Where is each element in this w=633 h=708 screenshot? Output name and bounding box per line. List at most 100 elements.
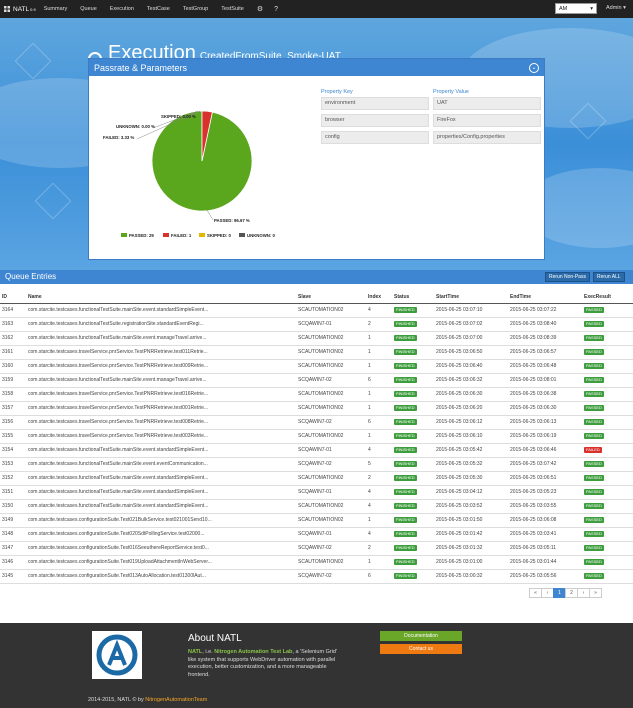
brand[interactable]: NATL 0.9 (4, 6, 36, 13)
table-row[interactable]: 3151 com.starcite.testcases.functionalTes… (0, 485, 633, 500)
nav-testcase[interactable]: TestCase (147, 6, 170, 12)
cell-id: 3146 (0, 555, 26, 570)
legend-swatch-skipped (199, 233, 205, 237)
cell-slave: SCQAWIN7-02 (296, 457, 366, 472)
cell-end-time: 2015-06-25 03:06:13 (508, 415, 582, 430)
cell-index: 6 (366, 373, 392, 388)
status-badge: FINISHED (394, 307, 417, 313)
nav-execution[interactable]: Execution (110, 6, 134, 12)
cell-name: com.starcite.testcases.functionalTestSui… (26, 443, 296, 458)
column-header-exec-result[interactable]: ExecResult (582, 292, 633, 304)
cell-slave: SCAUTOMATION02 (296, 331, 366, 346)
table-row[interactable]: 3155 com.starcite.testcases.travelService… (0, 429, 633, 444)
column-header-start-time[interactable]: StartTime (434, 292, 508, 304)
status-badge: FINISHED (394, 559, 417, 565)
caret-down-icon: ▾ (590, 5, 593, 12)
cell-name: com.starcite.testcases.configurationSuit… (26, 527, 296, 542)
property-value-cell: FireFox (433, 114, 541, 127)
table-row[interactable]: 3157 com.starcite.testcases.travelService… (0, 401, 633, 416)
cell-slave: SCQAWIN7-02 (296, 541, 366, 556)
cell-slave: SCAUTOMATION02 (296, 555, 366, 570)
cell-status: FINISHED (392, 345, 434, 360)
table-row[interactable]: 3161 com.starcite.testcases.travelService… (0, 345, 633, 360)
pagination: «‹ 1 2 ›» (529, 588, 602, 598)
cell-name: com.starcite.testcases.configurationSuit… (26, 513, 296, 528)
environment-select[interactable]: AM ▾ (555, 3, 597, 14)
pie-label-passed: PASSED: 96.67 % (214, 218, 250, 223)
help-icon[interactable]: ? (274, 6, 278, 13)
cell-name: com.starcite.testcases.travelService.pnr… (26, 359, 296, 374)
table-row[interactable]: 3152 com.starcite.testcases.functionalTes… (0, 471, 633, 486)
result-badge: PASSED (584, 391, 604, 397)
table-row[interactable]: 3158 com.starcite.testcases.travelService… (0, 387, 633, 402)
column-header-slave[interactable]: Slave (296, 292, 366, 304)
column-header-end-time[interactable]: EndTime (508, 292, 582, 304)
table-row[interactable]: 3164 com.starcite.testcases.functionalTes… (0, 303, 633, 318)
cell-name: com.starcite.testcases.functionalTestSui… (26, 485, 296, 500)
nav-testgroup[interactable]: TestGroup (183, 6, 208, 12)
cell-index: 4 (366, 527, 392, 542)
cell-exec-result: PASSED (582, 359, 633, 374)
status-badge: FINISHED (394, 363, 417, 369)
pie-label-skipped: SKIPPED: 0.00 % (161, 114, 196, 119)
table-row[interactable]: 3162 com.starcite.testcases.functionalTes… (0, 331, 633, 346)
cell-status: FINISHED (392, 373, 434, 388)
status-badge: FINISHED (394, 433, 417, 439)
table-row[interactable]: 3153 com.starcite.testcases.functionalTes… (0, 457, 633, 472)
table-row[interactable]: 3145 com.starcite.testcases.configuration… (0, 569, 633, 584)
table-row[interactable]: 3156 com.starcite.testcases.travelService… (0, 415, 633, 430)
contact-button[interactable]: Contact us (380, 644, 462, 654)
cell-name: com.starcite.testcases.travelService.pnr… (26, 345, 296, 360)
cell-id: 3162 (0, 331, 26, 346)
nav-summary[interactable]: Summary (44, 6, 68, 12)
result-badge: PASSED (584, 307, 604, 313)
collapse-chevron-icon[interactable]: ⌄ (529, 62, 539, 73)
table-row[interactable]: 3147 com.starcite.testcases.configuration… (0, 541, 633, 556)
column-header-index[interactable]: Index (366, 292, 392, 304)
passrate-panel: Passrate & Parameters ⌄ PASSED: 96.67 % F… (88, 58, 545, 260)
status-badge: FINISHED (394, 349, 417, 355)
cell-end-time: 2015-06-25 03:07:22 (508, 303, 582, 318)
cell-status: FINISHED (392, 303, 434, 318)
cell-id: 3164 (0, 303, 26, 318)
column-header-name[interactable]: Name (26, 292, 296, 304)
gear-icon[interactable]: ⚙ (257, 5, 263, 13)
cell-index: 1 (366, 331, 392, 346)
nav-queue[interactable]: Queue (80, 6, 97, 12)
cell-name: com.starcite.testcases.travelService.pnr… (26, 387, 296, 402)
user-name: Admin (606, 5, 622, 11)
cell-start-time: 2015-06-25 03:06:32 (434, 373, 508, 388)
result-badge: PASSED (584, 433, 604, 439)
legend-label-passed: PASSED: 29 (129, 233, 154, 238)
table-row[interactable]: 3150 com.starcite.testcases.functionalTes… (0, 499, 633, 514)
cell-exec-result: PASSED (582, 527, 633, 542)
about-name: Nitrogen Automation Test Lab (214, 649, 293, 655)
column-header-id[interactable]: ID (0, 292, 26, 304)
table-row[interactable]: 3149 com.starcite.testcases.configuration… (0, 513, 633, 528)
copyright-team-link[interactable]: NitrogenAutomationTeam (145, 697, 207, 703)
cell-name: com.starcite.testcases.functionalTestSui… (26, 331, 296, 346)
documentation-button[interactable]: Documentation (380, 631, 462, 641)
cell-exec-result: PASSED (582, 331, 633, 346)
property-key-cell: browser (321, 114, 429, 127)
cell-start-time: 2015-06-25 03:06:12 (434, 415, 508, 430)
nav-testsuite[interactable]: TestSuite (221, 6, 244, 12)
cell-status: FINISHED (392, 457, 434, 472)
user-menu[interactable]: Admin ▾ (606, 5, 626, 11)
cell-index: 6 (366, 569, 392, 584)
pager-last-page[interactable]: » (589, 588, 602, 598)
column-header-status[interactable]: Status (392, 292, 434, 304)
rerun-all-button[interactable]: Rerun ALL (593, 272, 625, 282)
about-title: About NATL (188, 633, 242, 644)
table-row[interactable]: 3159 com.starcite.testcases.functionalTes… (0, 373, 633, 388)
panel-title: Passrate & Parameters (94, 62, 188, 73)
rerun-nonpass-button[interactable]: Rerun Non-Pass (545, 272, 590, 282)
table-row[interactable]: 3160 com.starcite.testcases.travelService… (0, 359, 633, 374)
cell-status: FINISHED (392, 317, 434, 332)
table-row[interactable]: 3148 com.starcite.testcases.configuration… (0, 527, 633, 542)
table-row[interactable]: 3163 com.starcite.testcases.functionalTes… (0, 317, 633, 332)
natl-logo (92, 631, 142, 679)
table-row[interactable]: 3146 com.starcite.testcases.configuration… (0, 555, 633, 570)
table-row[interactable]: 3154 com.starcite.testcases.functionalTes… (0, 443, 633, 458)
cell-start-time: 2015-06-25 03:01:00 (434, 555, 508, 570)
